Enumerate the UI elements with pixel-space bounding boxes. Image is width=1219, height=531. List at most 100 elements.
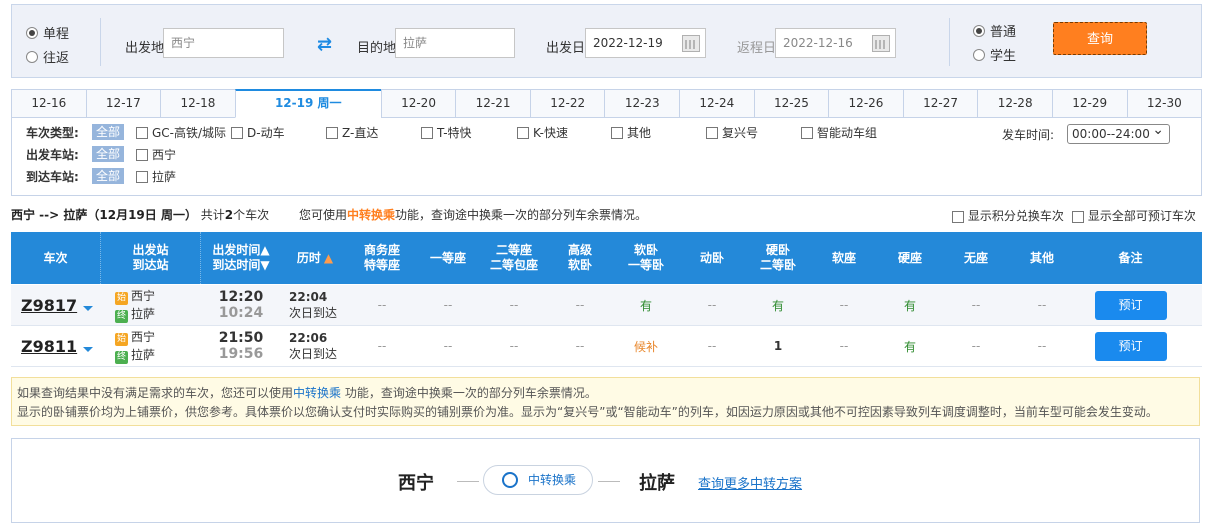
seat-availability: --: [377, 339, 387, 353]
date-tab[interactable]: 12-30: [1126, 89, 1203, 118]
date-tab[interactable]: 12-26: [828, 89, 903, 118]
swap-stations-icon[interactable]: ⇄: [317, 34, 332, 55]
radio-icon[interactable]: [26, 26, 38, 39]
date-tab[interactable]: 12-29: [1051, 89, 1127, 118]
return-date-input[interactable]: 2022-12-16: [775, 28, 896, 58]
start-station-all-button[interactable]: 全部: [92, 146, 125, 162]
date-tab[interactable]: 12-16: [11, 89, 86, 118]
column-header-label: 硬卧 二等卧: [760, 243, 796, 273]
checkbox-icon[interactable]: [611, 126, 623, 139]
date-tab[interactable]: 12-24: [679, 89, 754, 118]
start-station-option[interactable]: 西宁: [136, 146, 176, 163]
train-type-option[interactable]: T-特快: [421, 124, 472, 141]
checkbox-icon[interactable]: [231, 126, 243, 139]
trip-type-roundtrip[interactable]: 往返: [26, 47, 69, 66]
table-row: Z9817 始西宁终拉萨 12:20 10:24 22:04 次日到达 -- -- -- -- 有 -…: [11, 285, 1202, 326]
header-bottom: 二等卧: [759, 258, 796, 272]
checkbox-icon[interactable]: [136, 170, 148, 183]
train-number-link[interactable]: Z9811: [21, 337, 77, 356]
station-cell: 始西宁终拉萨: [101, 326, 201, 366]
tip-suffix: 功能，查询途中换乘一次的部分列车余票情况。: [395, 208, 648, 222]
count-prefix: 共计: [200, 208, 225, 222]
column-header-label: 二等座 二等包座: [490, 243, 538, 273]
passenger-type-student[interactable]: 学生: [973, 45, 1016, 64]
checkbox-icon[interactable]: [136, 126, 148, 139]
seat-availability: --: [377, 298, 387, 312]
transfer-link[interactable]: 中转换乘: [347, 208, 395, 222]
to-station-input[interactable]: 拉萨: [395, 28, 515, 58]
date-tab[interactable]: 12-21: [455, 89, 530, 118]
from-station-input[interactable]: 西宁: [163, 28, 284, 58]
column-header-label: 软卧 一等卧: [628, 243, 664, 273]
time-cell: 12:20 10:24: [201, 285, 281, 325]
calendar-icon[interactable]: [682, 35, 700, 52]
checkbox-icon[interactable]: [801, 126, 813, 139]
expand-arrow-icon[interactable]: [83, 305, 94, 311]
date-tab[interactable]: 12-22: [529, 89, 605, 118]
train-type-option[interactable]: 智能动车组: [801, 124, 877, 141]
seat-availability[interactable]: 有: [745, 285, 811, 325]
date-tab[interactable]: 12-23: [604, 89, 680, 118]
arrive-time: 19:56: [218, 346, 264, 362]
train-type-option[interactable]: GC-高铁/城际: [136, 124, 226, 141]
train-type-option[interactable]: 复兴号: [706, 124, 758, 141]
passenger-type-normal[interactable]: 普通: [973, 21, 1016, 40]
checkbox-icon[interactable]: [517, 126, 529, 139]
checkbox-icon[interactable]: [952, 210, 964, 223]
show-all-option[interactable]: 显示全部可预订车次: [1072, 207, 1196, 224]
train-type-all-button[interactable]: 全部: [92, 124, 125, 140]
date-tab[interactable]: 12-20: [380, 89, 456, 118]
header-bottom: 一等卧: [627, 258, 664, 272]
date-tab[interactable]: 12-19 周一: [234, 89, 381, 118]
depart-date-input[interactable]: 2022-12-19: [585, 28, 706, 58]
expand-arrow-icon[interactable]: [83, 346, 94, 352]
end-station-option[interactable]: 拉萨: [136, 168, 176, 185]
checkbox-icon[interactable]: [1072, 210, 1084, 223]
book-button[interactable]: 预订: [1094, 290, 1167, 320]
radio-icon[interactable]: [26, 50, 38, 63]
checkbox-icon[interactable]: [706, 126, 718, 139]
transfer-button[interactable]: 中转换乘: [483, 465, 593, 495]
date-tab[interactable]: 12-28: [977, 89, 1052, 118]
seat-availability[interactable]: 有: [877, 285, 943, 325]
query-button[interactable]: 查询: [1053, 22, 1147, 55]
train-type-option[interactable]: 其他: [611, 124, 651, 141]
show-points-option[interactable]: 显示积分兑换车次: [952, 207, 1064, 224]
tip-prefix: 您可使用: [299, 208, 348, 222]
trip-type-oneway[interactable]: 单程: [26, 23, 69, 42]
notice-text: 如果查询结果中没有满足需求的车次，您还可以使用: [17, 386, 294, 400]
depart-time-select[interactable]: 00:00--24:00: [1067, 121, 1170, 144]
checkbox-icon[interactable]: [326, 126, 338, 139]
seat-availability: --: [509, 339, 519, 353]
to-station-name: 拉萨: [131, 348, 156, 362]
checkbox-icon[interactable]: [136, 148, 148, 161]
date-tab[interactable]: 12-17: [85, 89, 161, 118]
checkbox-icon[interactable]: [421, 126, 433, 139]
seat-availability[interactable]: 有: [613, 285, 679, 325]
book-button[interactable]: 预订: [1094, 331, 1167, 361]
seat-availability[interactable]: 候补: [613, 326, 679, 366]
seat-availability[interactable]: 有: [877, 326, 943, 366]
train-number-link[interactable]: Z9817: [21, 296, 77, 315]
column-header[interactable]: 出发时间▲ 到达时间▼: [201, 232, 281, 284]
sort-arrow-icon[interactable]: ▲: [324, 251, 333, 266]
train-type-option[interactable]: K-快速: [517, 124, 568, 141]
train-type-option[interactable]: D-动车: [231, 124, 285, 141]
notice-transfer-link[interactable]: 中转换乘: [293, 386, 341, 400]
date-tab[interactable]: 12-18: [160, 89, 235, 118]
column-header[interactable]: 历时 ▲: [281, 232, 349, 284]
radio-icon[interactable]: [973, 24, 985, 37]
train-type-label: GC-高铁/城际: [152, 126, 227, 140]
column-header: 备注: [1075, 232, 1186, 284]
calendar-icon[interactable]: [872, 35, 890, 52]
column-header: 其他: [1009, 232, 1075, 284]
date-tab[interactable]: 12-27: [902, 89, 978, 118]
notice-box: 如果查询结果中没有满足需求的车次，您还可以使用中转换乘 功能，查询途中换乘一次的…: [11, 377, 1200, 426]
train-type-option[interactable]: Z-直达: [326, 124, 378, 141]
radio-icon[interactable]: [973, 48, 985, 61]
more-transfer-link[interactable]: 查询更多中转方案: [698, 473, 802, 492]
seat-availability[interactable]: 1: [745, 326, 811, 366]
date-tab[interactable]: 12-25: [753, 89, 829, 118]
train-type-label: 智能动车组: [817, 126, 878, 140]
end-station-all-button[interactable]: 全部: [92, 168, 125, 184]
